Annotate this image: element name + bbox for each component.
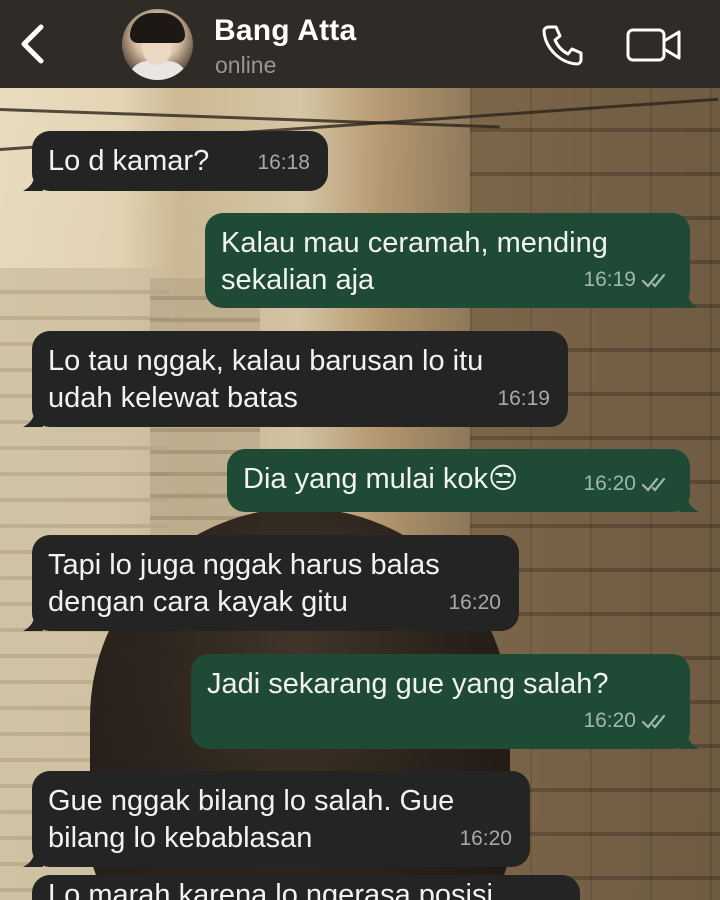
message-text: Tapi lo juga nggak harus balas dengan ca…: [48, 549, 440, 618]
double-check-icon: [642, 477, 666, 492]
video-camera-icon: [626, 28, 681, 62]
back-button[interactable]: [12, 20, 52, 68]
message-text: Jadi sekarang gue yang salah?: [207, 668, 609, 700]
message-bubble-outgoing[interactable]: Kalau mau ceramah, mending sekalian aja …: [205, 213, 699, 308]
message-text: Gue nggak bilang lo salah. Gue bilang lo…: [48, 785, 455, 854]
double-check-icon: [642, 714, 666, 729]
message-bubble-incoming[interactable]: Tapi lo juga nggak harus balas dengan ca…: [23, 535, 519, 631]
message-text: Lo marah karena lo ngerasa posisi: [48, 879, 493, 900]
message-bubble-incoming[interactable]: Lo d kamar? 16:18: [23, 131, 328, 191]
contact-avatar[interactable]: [122, 9, 193, 80]
phone-icon: [542, 25, 583, 66]
contact-name[interactable]: Bang Atta: [214, 14, 356, 48]
message-time: 16:20: [448, 591, 501, 614]
chevron-left-icon: [21, 24, 44, 64]
message-bubble-outgoing[interactable]: Dia yang mulai kok😒 16:20: [227, 449, 699, 512]
message-time: 16:18: [257, 151, 310, 174]
message-time: 16:20: [459, 827, 512, 850]
message-bubble-outgoing[interactable]: Jadi sekarang gue yang salah? 16:20: [191, 654, 699, 749]
message-bubble-incoming[interactable]: Lo marah karena lo ngerasa posisi: [32, 875, 580, 900]
message-time: 16:20: [583, 709, 636, 732]
double-check-icon: [642, 273, 666, 288]
message-bubble-incoming[interactable]: Lo tau nggak, kalau barusan lo itu udah …: [23, 331, 568, 427]
message-text: Lo tau nggak, kalau barusan lo itu udah …: [48, 345, 484, 414]
message-time: 16:19: [583, 268, 636, 291]
message-time: 16:20: [583, 472, 636, 495]
voice-call-button[interactable]: [540, 22, 586, 68]
message-bubble-incoming[interactable]: Gue nggak bilang lo salah. Gue bilang lo…: [23, 771, 530, 867]
contact-status: online: [215, 52, 277, 78]
chat-header: Bang Atta online: [0, 0, 720, 88]
message-time: 16:19: [497, 387, 550, 410]
video-call-button[interactable]: [626, 26, 682, 64]
